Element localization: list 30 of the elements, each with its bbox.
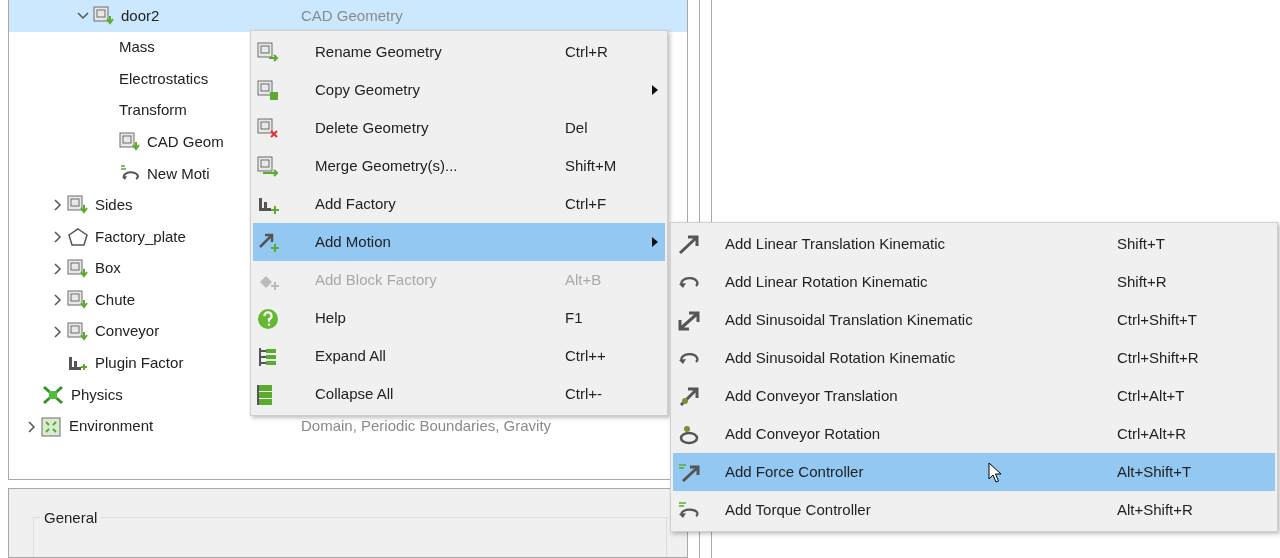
tree-item-detail: CAD Geometry xyxy=(301,6,403,24)
shortcut-text: Shift+M xyxy=(565,156,617,174)
shortcut-text: Del xyxy=(565,118,588,136)
tree-item-label: Sides xyxy=(95,195,133,216)
shortcut-text: Ctrl+R xyxy=(565,42,608,60)
tree-item-label: Factory_plate xyxy=(95,226,186,247)
shortcut-text: Ctrl+Alt+R xyxy=(1117,424,1187,442)
shortcut-text: Ctrl+Alt+T xyxy=(1117,386,1185,404)
tree-item-label: Chute xyxy=(95,289,136,310)
shortcut-text: Alt+Shift+R xyxy=(1117,500,1193,518)
shortcut-text: Shift+R xyxy=(1117,272,1167,290)
tree-item-label: Physics xyxy=(71,384,123,405)
tree-item-detail: Domain, Periodic Boundaries, Gravity xyxy=(301,417,552,435)
shortcut-text: Shift+T xyxy=(1117,234,1165,252)
shortcut-text: Ctrl++ xyxy=(565,346,606,364)
tree-item-label: New Moti xyxy=(147,163,210,184)
shortcut-text: Ctrl+- xyxy=(565,384,603,402)
tree-item-label: door2 xyxy=(121,5,160,26)
tree-item-label: Conveyor xyxy=(95,321,160,342)
tree-item-label: Box xyxy=(95,258,121,279)
tree-item-label: CAD Geom xyxy=(147,131,224,152)
tree-item-label: Environment xyxy=(69,416,154,437)
shortcut-text: Alt+B xyxy=(565,270,602,288)
shortcut-text: Ctrl+Shift+R xyxy=(1117,348,1199,366)
shortcut-text: Ctrl+Shift+T xyxy=(1117,310,1198,328)
shortcut-text: Ctrl+F xyxy=(565,194,607,212)
tree-item-label: Plugin Factor xyxy=(95,353,184,374)
shortcut-text: Alt+Shift+T xyxy=(1117,462,1192,480)
tree-item-label: Transform xyxy=(119,100,187,121)
shortcut-text: F1 xyxy=(565,308,583,326)
